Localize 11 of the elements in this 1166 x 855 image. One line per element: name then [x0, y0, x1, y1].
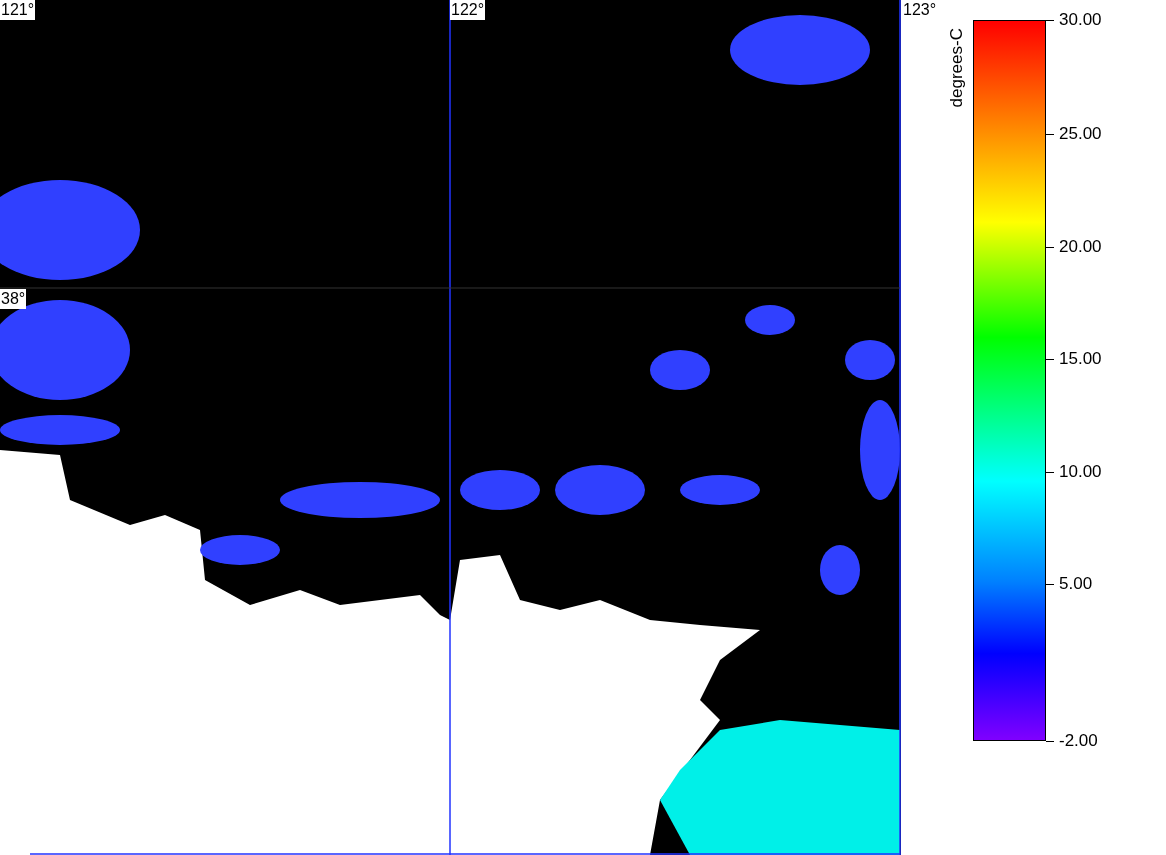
colorbar-tick-label: 25.00 — [1059, 124, 1102, 144]
colorbar-tick-label: 30.00 — [1059, 10, 1102, 30]
colorbar-tick-label: -2.00 — [1059, 731, 1098, 751]
longitude-label: 121° — [0, 0, 36, 20]
colorbar-tick-label: 10.00 — [1059, 462, 1102, 482]
colorbar-tick-label: 5.00 — [1059, 574, 1093, 594]
colorbar-title: degrees-C — [947, 27, 967, 110]
latitude-label: 38° — [0, 289, 27, 309]
longitude-label: 122° — [450, 0, 486, 20]
colorbar-tick-label: 15.00 — [1059, 349, 1102, 369]
colorbar-tick-label: 20.00 — [1059, 237, 1102, 257]
